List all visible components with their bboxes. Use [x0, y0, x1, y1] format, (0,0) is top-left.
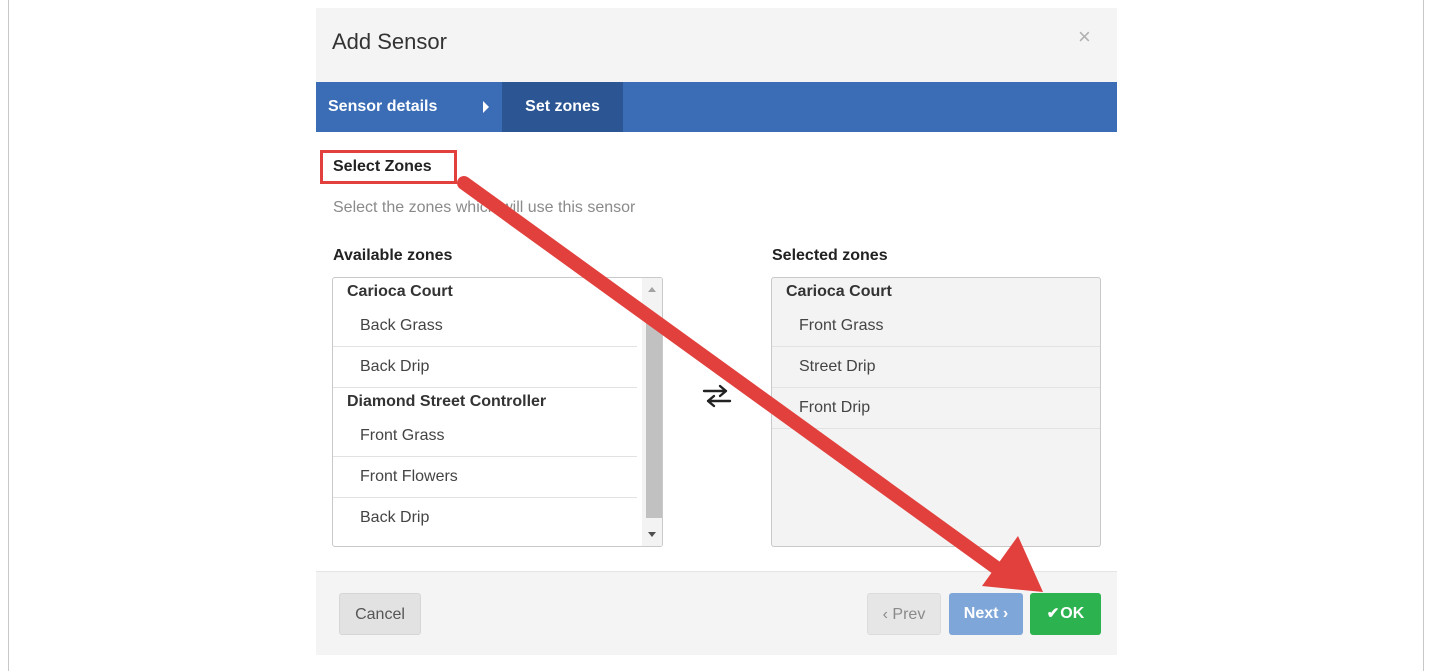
- ok-button[interactable]: ✔OK: [1030, 593, 1101, 635]
- transfer-arrows-icon[interactable]: [702, 384, 732, 408]
- modal-header: Add Sensor ×: [316, 8, 1117, 82]
- scroll-down-icon[interactable]: [648, 532, 656, 537]
- wizard-steps-bar: Sensor details Set zones: [316, 82, 1117, 132]
- window-border-right: [1423, 0, 1424, 671]
- prev-button[interactable]: ‹ Prev: [867, 593, 941, 635]
- selected-zones-label: Selected zones: [772, 247, 888, 264]
- ok-button-label: OK: [1060, 605, 1085, 622]
- next-button[interactable]: Next ›: [949, 593, 1023, 635]
- list-item[interactable]: Front Drip: [772, 388, 1100, 429]
- list-item[interactable]: Street Drip: [772, 347, 1100, 388]
- zone-group-header: Diamond Street Controller: [347, 393, 547, 410]
- list-item[interactable]: Front Flowers: [333, 457, 637, 498]
- available-zones-list[interactable]: Carioca Court Back Grass Back Drip Diamo…: [332, 277, 663, 547]
- zone-group-header: Carioca Court: [786, 283, 892, 300]
- list-item[interactable]: Front Grass: [333, 416, 637, 457]
- modal-footer: Cancel ‹ Prev Next › ✔OK: [316, 571, 1117, 655]
- scroll-thumb[interactable]: [646, 319, 662, 518]
- add-sensor-modal: Add Sensor × Sensor details Set zones Se…: [316, 8, 1117, 655]
- list-item[interactable]: Back Drip: [333, 347, 637, 388]
- list-item[interactable]: Back Drip: [333, 498, 637, 539]
- cancel-button[interactable]: Cancel: [339, 593, 421, 635]
- list-item[interactable]: Back Grass: [333, 306, 637, 347]
- annotation-highlight-box: [320, 150, 457, 184]
- close-icon[interactable]: ×: [1078, 26, 1091, 48]
- window-border-left: [8, 0, 9, 671]
- list-scrollbar[interactable]: [642, 278, 662, 546]
- scroll-up-icon[interactable]: [648, 287, 656, 292]
- zone-group-header: Carioca Court: [347, 283, 453, 300]
- modal-title: Add Sensor: [332, 29, 447, 54]
- selected-zones-list[interactable]: Carioca Court Front Grass Street Drip Fr…: [771, 277, 1101, 547]
- caret-right-icon: [483, 101, 489, 113]
- check-icon: ✔: [1046, 605, 1060, 622]
- available-zones-label: Available zones: [333, 247, 453, 264]
- section-description: Select the zones which will use this sen…: [333, 199, 636, 216]
- list-item[interactable]: Front Grass: [772, 306, 1100, 347]
- wizard-step-set-zones[interactable]: Set zones: [502, 82, 623, 132]
- wizard-step-sensor-details[interactable]: Sensor details: [328, 82, 437, 132]
